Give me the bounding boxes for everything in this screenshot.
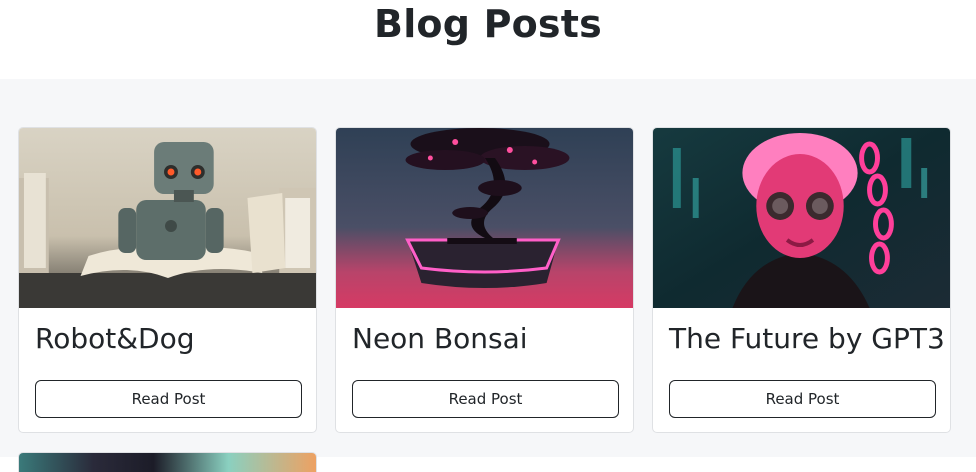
read-post-button[interactable]: Read Post bbox=[669, 380, 936, 418]
post-title: Neon Bonsai bbox=[352, 322, 528, 355]
page-header: Blog Posts bbox=[0, 0, 976, 79]
posts-grid: Robot&Dog Read Post Neon Bonsai Read Pos… bbox=[0, 79, 976, 472]
pink-cyber-mask-image[interactable] bbox=[653, 128, 950, 308]
post-card-partial bbox=[18, 452, 317, 472]
read-post-button[interactable]: Read Post bbox=[35, 380, 302, 418]
post-card: Robot&Dog Read Post bbox=[18, 127, 317, 433]
post-card: Neon Bonsai Read Post bbox=[335, 127, 634, 433]
post-title: The Future by GPT3 bbox=[669, 322, 945, 355]
read-post-button[interactable]: Read Post bbox=[352, 380, 619, 418]
page-title: Blog Posts bbox=[374, 2, 602, 46]
neon-bonsai-image[interactable] bbox=[336, 128, 633, 308]
robot-reading-book-image[interactable] bbox=[19, 128, 316, 308]
post-title: Robot&Dog bbox=[35, 322, 195, 355]
post-card: The Future by GPT3 Read Post bbox=[652, 127, 951, 433]
post-image-partial[interactable] bbox=[19, 453, 317, 472]
